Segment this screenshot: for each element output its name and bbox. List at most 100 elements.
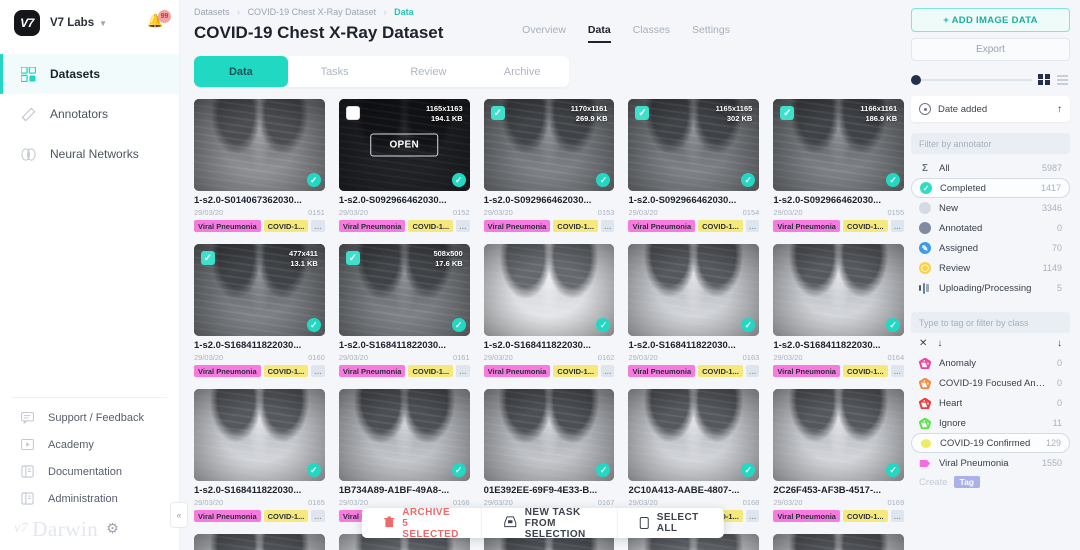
more-tags-button[interactable]: … <box>311 510 325 522</box>
image-card[interactable]: ✓1B734A89-A1BF-49A8-...29/03/200166Viral… <box>339 389 470 522</box>
class-filter-covid-19-confirmed[interactable]: COVID-19 Confirmed129 <box>911 433 1070 453</box>
image-tag[interactable]: Viral Pneumonia <box>194 220 261 232</box>
image-tag[interactable]: Viral Pneumonia <box>484 220 551 232</box>
subtab-review[interactable]: Review <box>382 56 476 87</box>
gear-icon[interactable]: ⚙ <box>106 521 119 538</box>
image-card[interactable]: ✓01E392EE-69F9-4E33-B...29/03/200167Vira… <box>484 389 615 522</box>
more-tags-button[interactable]: … <box>891 510 905 522</box>
image-tag[interactable]: Viral Pneumonia <box>194 510 261 522</box>
tab-classes[interactable]: Classes <box>633 24 670 43</box>
notifications-button[interactable]: 🔔 99 <box>147 13 165 33</box>
tab-overview[interactable]: Overview <box>522 24 566 43</box>
sidebar-item-annotators[interactable]: Annotators <box>0 94 179 134</box>
class-filter-heart[interactable]: Heart0 <box>911 393 1070 413</box>
image-card[interactable]: ✓1-s2.0-S168411822030...29/03/200162Vira… <box>484 244 615 377</box>
image-card[interactable]: ✓1165x1165302 KB✓1-s2.0-S092966462030...… <box>628 99 759 232</box>
image-thumbnail[interactable]: ✓1170x1161269.9 KB✓ <box>484 99 615 191</box>
image-grid-scroll[interactable]: ✓1-s2.0-S014067362030...29/03/200151Vira… <box>180 87 905 550</box>
image-tag[interactable]: COVID-1... <box>408 365 453 377</box>
image-thumbnail[interactable]: ✓477x41113.1 KB✓ <box>194 244 325 336</box>
more-tags-button[interactable]: … <box>746 365 760 377</box>
subtab-tasks[interactable]: Tasks <box>288 56 382 87</box>
create-tag-row[interactable]: Create Tag <box>911 473 1070 488</box>
image-thumbnail[interactable]: ✓ <box>339 389 470 481</box>
image-tag[interactable]: COVID-1... <box>698 365 743 377</box>
new-task-button[interactable]: NEW TASK FROM SELECTION <box>481 508 617 538</box>
image-tag[interactable]: COVID-1... <box>843 365 888 377</box>
sidebar-item-documentation[interactable]: Documentation <box>0 458 179 485</box>
image-tag[interactable]: COVID-1... <box>698 220 743 232</box>
image-card[interactable] <box>773 534 904 550</box>
image-tag[interactable]: COVID-1... <box>553 365 598 377</box>
sidebar-item-administration[interactable]: Administration <box>0 485 179 512</box>
sidebar-item-datasets[interactable]: Datasets <box>0 54 179 94</box>
class-filter-anomaly[interactable]: Anomaly0 <box>911 353 1070 373</box>
more-tags-button[interactable]: … <box>891 365 905 377</box>
image-thumbnail[interactable]: ✓ <box>628 244 759 336</box>
image-thumbnail[interactable]: ✓1166x1161186.9 KB✓ <box>773 99 904 191</box>
image-card[interactable]: ✓477x41113.1 KB✓1-s2.0-S168411822030...2… <box>194 244 325 377</box>
image-card[interactable]: ✓1-s2.0-S014067362030...29/03/200151Vira… <box>194 99 325 232</box>
status-filter-annotated[interactable]: Annotated0 <box>911 218 1070 238</box>
image-thumbnail[interactable] <box>773 534 904 550</box>
sort-selector[interactable]: Date added ↑ <box>911 96 1070 122</box>
tab-settings[interactable]: Settings <box>692 24 730 43</box>
image-thumbnail[interactable]: ✓ <box>194 389 325 481</box>
image-tag[interactable]: COVID-1... <box>264 365 309 377</box>
status-filter-uploading-processing[interactable]: Uploading/Processing5 <box>911 278 1070 298</box>
image-card[interactable]: ✓2C10A413-AABE-4807-...29/03/200168Viral… <box>628 389 759 522</box>
thumbnail-size-slider[interactable] <box>911 75 1032 85</box>
image-card[interactable]: OPEN1165x1163194.1 KB✓1-s2.0-S0929664620… <box>339 99 470 232</box>
status-filter-all[interactable]: ΣAll5987 <box>911 158 1070 178</box>
sort-classes-name-icon[interactable]: ↓ <box>937 338 942 349</box>
more-tags-button[interactable]: … <box>311 220 325 232</box>
more-tags-button[interactable]: … <box>601 365 615 377</box>
image-card[interactable]: ✓508x50017.6 KB✓1-s2.0-S168411822030...2… <box>339 244 470 377</box>
class-filter-covid-19-focused-anomaly[interactable]: COVID-19 Focused Anomaly0 <box>911 373 1070 393</box>
image-card[interactable]: ✓1-s2.0-S168411822030...29/03/200165Vira… <box>194 389 325 522</box>
image-card[interactable]: ✓1170x1161269.9 KB✓1-s2.0-S092966462030.… <box>484 99 615 232</box>
image-thumbnail[interactable]: ✓ <box>484 244 615 336</box>
more-tags-button[interactable]: … <box>311 365 325 377</box>
collapse-sidebar-button[interactable]: « <box>170 502 188 528</box>
more-tags-button[interactable]: … <box>601 220 615 232</box>
sort-classes-count-icon[interactable]: ↓ <box>1057 338 1062 349</box>
image-card[interactable]: ✓2C26F453-AF3B-4517-...29/03/200169Viral… <box>773 389 904 522</box>
image-thumbnail[interactable]: ✓ <box>773 244 904 336</box>
image-tag[interactable]: COVID-1... <box>264 220 309 232</box>
image-select-checkbox[interactable]: ✓ <box>491 106 505 120</box>
more-tags-button[interactable]: … <box>456 365 470 377</box>
image-select-checkbox[interactable]: ✓ <box>780 106 794 120</box>
image-thumbnail[interactable]: ✓ <box>773 389 904 481</box>
archive-selected-button[interactable]: ARCHIVE 5 SELECTED <box>361 508 481 538</box>
slider-knob[interactable] <box>911 75 921 85</box>
image-thumbnail[interactable]: ✓1165x1165302 KB✓ <box>628 99 759 191</box>
image-tag[interactable]: Viral Pneumonia <box>628 220 695 232</box>
subtab-archive[interactable]: Archive <box>475 56 569 87</box>
image-tag[interactable]: COVID-1... <box>408 220 453 232</box>
image-card[interactable]: ✓1166x1161186.9 KB✓1-s2.0-S092966462030.… <box>773 99 904 232</box>
image-tag[interactable]: Viral Pneumonia <box>339 365 406 377</box>
sidebar-item-support[interactable]: Support / Feedback <box>0 404 179 431</box>
more-tags-button[interactable]: … <box>456 220 470 232</box>
image-tag[interactable]: Viral Pneumonia <box>773 365 840 377</box>
more-tags-button[interactable]: … <box>891 220 905 232</box>
export-button[interactable]: Export <box>911 38 1070 61</box>
image-thumbnail[interactable] <box>194 534 325 550</box>
image-tag[interactable]: Viral Pneumonia <box>194 365 261 377</box>
image-thumbnail[interactable]: ✓ <box>484 389 615 481</box>
sort-direction-icon[interactable]: ↑ <box>1057 104 1062 115</box>
more-tags-button[interactable]: … <box>746 220 760 232</box>
select-all-button[interactable]: SELECT ALL <box>617 508 724 538</box>
class-filter-ignore[interactable]: Ignore11 <box>911 413 1070 433</box>
chevron-down-icon[interactable]: ▼ <box>99 19 107 28</box>
class-filter-input[interactable]: Type to tag or filter by class <box>911 312 1070 333</box>
subtab-data[interactable]: Data <box>194 56 288 87</box>
image-tag[interactable]: Viral Pneumonia <box>339 220 406 232</box>
image-tag[interactable]: COVID-1... <box>553 220 598 232</box>
image-select-checkbox[interactable]: ✓ <box>346 251 360 265</box>
more-tags-button[interactable]: … <box>746 510 760 522</box>
image-tag[interactable]: Viral Pneumonia <box>484 365 551 377</box>
image-select-checkbox[interactable]: ✓ <box>201 251 215 265</box>
image-tag[interactable]: COVID-1... <box>264 510 309 522</box>
